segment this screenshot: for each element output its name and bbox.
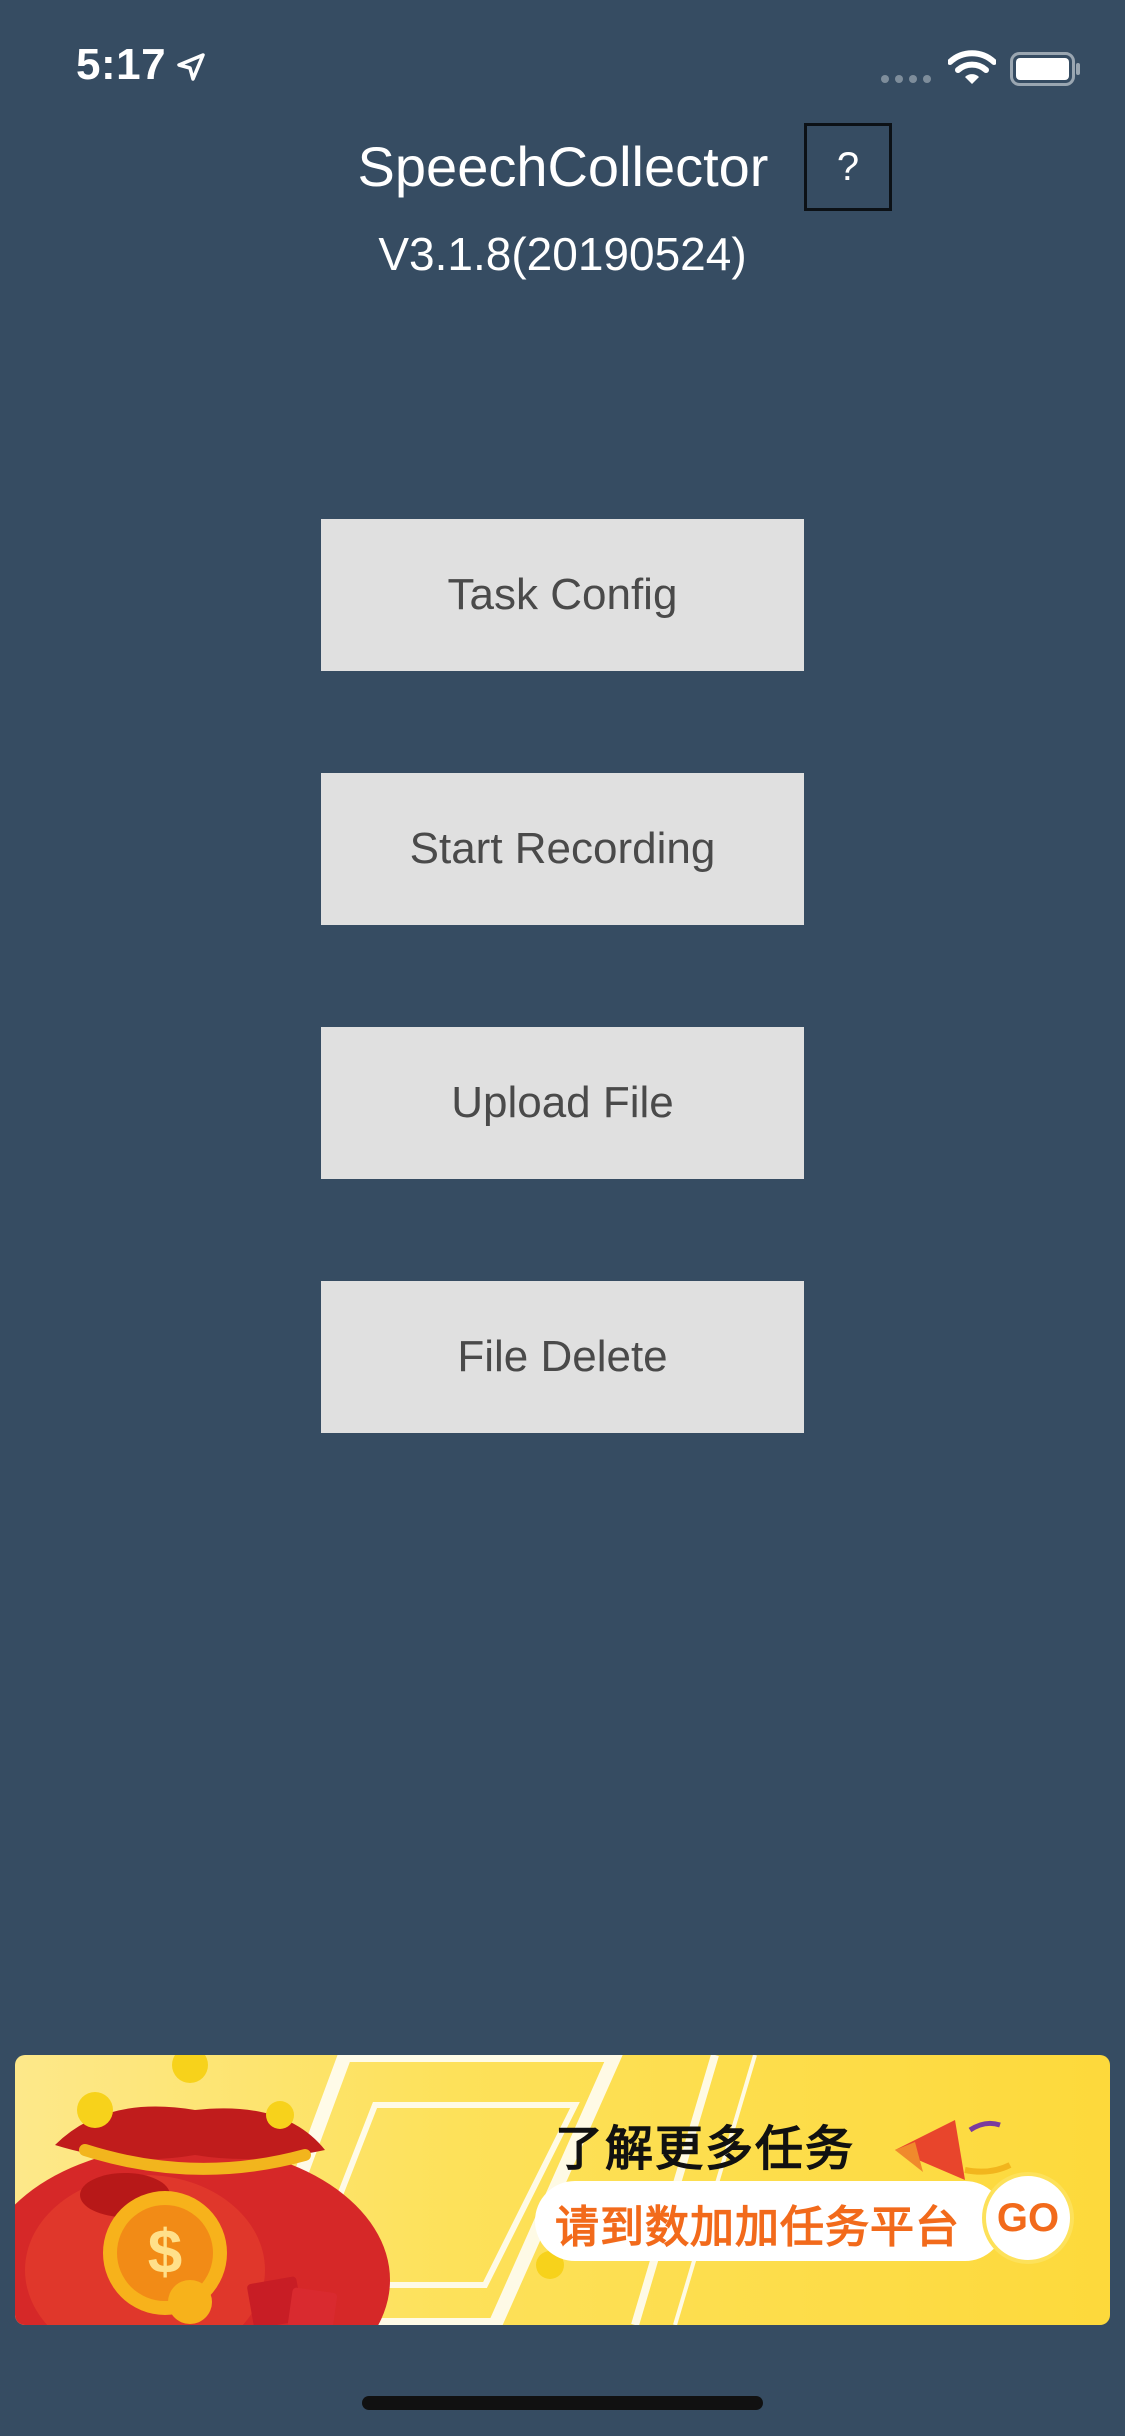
file-delete-button[interactable]: File Delete	[321, 1281, 804, 1433]
home-indicator[interactable]	[362, 2396, 763, 2410]
banner-go-button[interactable]: GO	[982, 2172, 1074, 2264]
location-arrow-icon	[177, 53, 205, 81]
app-title: SpeechCollector	[0, 132, 1125, 202]
task-config-button[interactable]: Task Config	[321, 519, 804, 671]
wifi-icon	[948, 50, 996, 84]
megaphone-icon	[895, 2120, 1012, 2180]
promo-banner[interactable]: $ 了解更多任务 请到数加加任务平台 GO	[15, 2055, 1110, 2325]
banner-headline: 了解更多任务	[555, 2123, 856, 2176]
start-recording-button[interactable]: Start Recording	[321, 773, 804, 925]
app-version: V3.1.8(20190524)	[378, 228, 747, 280]
cellular-signal-icon	[881, 75, 931, 83]
svg-text:$: $	[148, 2218, 182, 2287]
status-time: 5:17	[76, 40, 167, 89]
app-title-text: SpeechCollector	[357, 135, 769, 198]
banner-subtitle: 请到数加加任务平台	[555, 2203, 960, 2252]
status-bar: 5:17	[0, 0, 1125, 132]
battery-icon	[1010, 52, 1080, 86]
upload-file-button[interactable]: Upload File	[321, 1027, 804, 1179]
help-button[interactable]: ?	[804, 123, 892, 211]
